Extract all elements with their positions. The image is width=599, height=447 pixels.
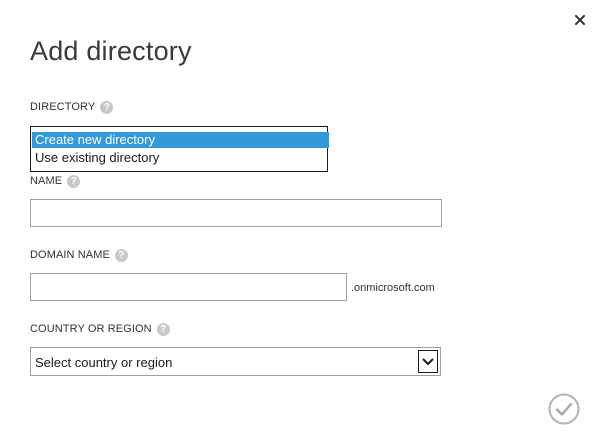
close-icon — [575, 15, 585, 25]
help-icon[interactable]: ? — [67, 174, 81, 188]
country-select-value: Select country or region — [35, 355, 173, 370]
help-icon[interactable]: ? — [156, 322, 170, 336]
directory-label-row: DIRECTORY ? — [30, 99, 114, 115]
country-select[interactable]: Select country or region — [30, 347, 441, 376]
close-button[interactable] — [572, 12, 588, 28]
name-input[interactable] — [30, 199, 442, 227]
page-title: Add directory — [30, 36, 192, 66]
directory-listbox[interactable]: Create new directory Use existing direct… — [30, 126, 329, 172]
chevron-down-icon[interactable] — [418, 350, 438, 373]
name-label-row: NAME ? — [30, 173, 81, 189]
domain-name-label: DOMAIN NAME — [30, 249, 110, 261]
domain-suffix: .onmicrosoft.com — [351, 282, 435, 294]
directory-label: DIRECTORY — [30, 101, 96, 113]
checkmark-circle-icon — [548, 393, 580, 425]
confirm-button[interactable] — [548, 393, 580, 425]
country-label: COUNTRY OR REGION — [30, 323, 152, 335]
directory-option-use-existing[interactable]: Use existing directory — [32, 150, 329, 166]
domain-name-label-row: DOMAIN NAME ? — [30, 247, 128, 263]
name-label: NAME — [30, 175, 63, 187]
country-label-row: COUNTRY OR REGION ? — [30, 321, 170, 337]
help-icon[interactable]: ? — [100, 100, 114, 114]
directory-option-create-new[interactable]: Create new directory — [32, 132, 329, 148]
help-icon[interactable]: ? — [114, 248, 128, 262]
domain-name-input[interactable] — [30, 273, 347, 301]
